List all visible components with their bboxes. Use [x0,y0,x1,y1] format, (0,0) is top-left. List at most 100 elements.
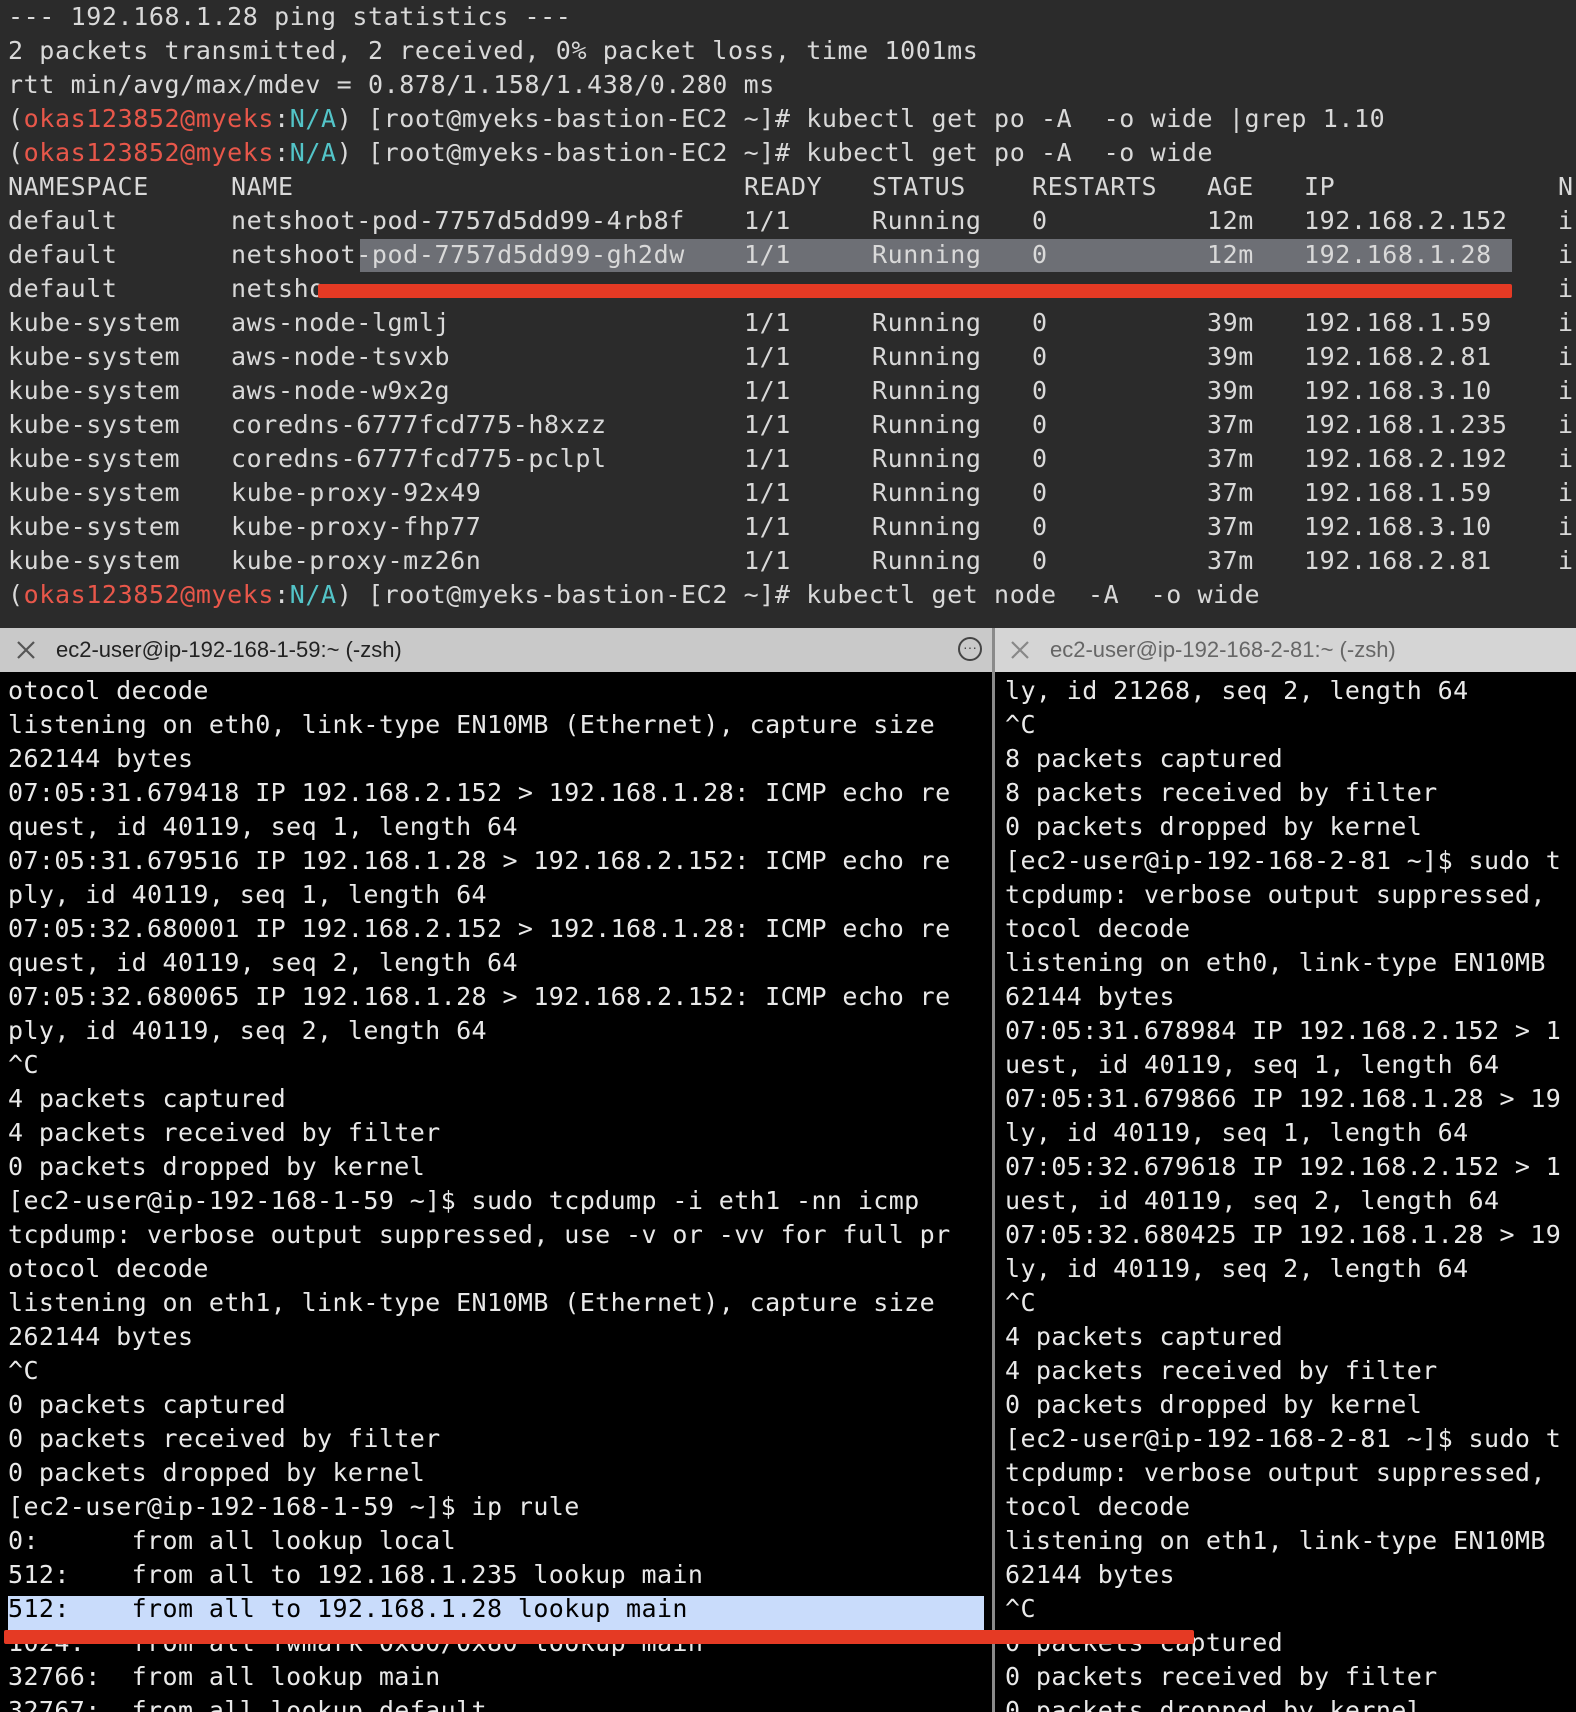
table-cell-ip: 192.168.1.59 [1304,478,1492,507]
table-cell-name: kube-proxy-fhp77 [231,512,482,541]
table-cell-namespace: default [8,274,118,303]
table-cell-name: coredns-6777fcd775-h8xzz [231,410,607,439]
terminal-line: 8 packets captured [1005,744,1284,773]
top-terminal[interactable]: --- 192.168.1.28 ping statistics --- 2 p… [0,0,1576,628]
terminal-line: [ec2-user@ip-192-168-1-59 ~]$ sudo tcpdu… [8,1186,920,1215]
table-cell-node: i [1558,478,1574,507]
table-cell-name: netshoot-pod-7757d5dd99-4rb8f [231,206,685,235]
terminal-line: tocol decode [1005,914,1191,943]
prompt-command: ) [root@myeks-bastion-EC2 ~]# kubectl ge… [336,104,1386,133]
table-cell-namespace: kube-system [8,342,181,371]
red-underline-annotation [318,284,1512,298]
terminal-line: ly, id 40119, seq 2, length 64 [1005,1254,1469,1283]
terminal-line: otocol decode [8,676,209,705]
table-cell-age: 37m [1207,444,1254,473]
table-cell-namespace: kube-system [8,444,181,473]
terminal-line: 0 packets received by filter [1005,1662,1438,1691]
tab-right[interactable]: ec2-user@ip-192-168-2-81:~ (-zsh) [994,628,1576,672]
terminal-line: 62144 bytes [1005,1560,1175,1589]
table-cell-name: aws-node-tsvxb [231,342,451,371]
table-cell-restarts: 0 [1032,240,1048,269]
table-cell-node: i [1558,308,1574,337]
table-cell-ip: 192.168.3.10 [1304,512,1492,541]
terminal-line: [ec2-user@ip-192-168-2-81 ~]$ sudo t [1005,1424,1562,1453]
terminal-line: 4 packets received by filter [8,1118,441,1147]
table-cell-restarts: 0 [1032,308,1048,337]
terminal-line: listening on eth0, link-type EN10MB [1005,948,1546,977]
table-header-restarts: RESTARTS [1032,172,1158,201]
table-cell-name: coredns-6777fcd775-pclpl [231,444,607,473]
table-cell-node: i [1558,274,1574,303]
prompt-command: ) [root@myeks-bastion-EC2 ~]# kubectl ge… [336,580,1261,609]
table-cell-age: 39m [1207,342,1254,371]
prompt-namespace: N/A [289,104,337,133]
table-cell-age: 12m [1207,240,1254,269]
table-cell-status: Running [872,478,982,507]
terminal-line: 07:05:32.680425 IP 192.168.1.28 > 19 [1005,1220,1562,1249]
ping-stats-packets: 2 packets transmitted, 2 received, 0% pa… [8,36,979,65]
terminal-line: 0 packets dropped by kernel [1005,812,1423,841]
table-cell-name: kube-proxy-mz26n [231,546,482,575]
table-cell-ready: 1/1 [744,512,791,541]
table-cell-age: 37m [1207,512,1254,541]
table-header-namespace: NAMESPACE [8,172,149,201]
table-cell-restarts: 0 [1032,512,1048,541]
table-cell-status: Running [872,376,982,405]
terminal-line: 262144 bytes [8,744,194,773]
terminal-line: 0 packets captured [8,1390,287,1419]
terminal-line: 4 packets captured [8,1084,287,1113]
left-terminal-pane[interactable]: otocol decode listening on eth0, link-typ… [0,672,992,1712]
table-cell-ip: 192.168.1.235 [1304,410,1508,439]
table-cell-name: kube-proxy-92x49 [231,478,482,507]
close-icon[interactable] [14,638,38,662]
terminal-line: ly, id 21268, seq 2, length 64 [1005,676,1469,705]
table-cell-age: 37m [1207,546,1254,575]
table-cell-namespace: kube-system [8,478,181,507]
terminal-line: 07:05:31.678984 IP 192.168.2.152 > 1 [1005,1016,1562,1045]
terminal-line: 0: from all lookup local [8,1526,457,1555]
ping-stats-header: --- 192.168.1.28 ping statistics --- [8,2,572,31]
terminal-line: tcpdump: verbose output suppressed, use … [8,1220,951,1249]
table-cell-status: Running [872,410,982,439]
table-cell-age: 39m [1207,308,1254,337]
table-cell-ready: 1/1 [744,376,791,405]
more-options-icon[interactable]: ··· [958,637,982,661]
table-cell-restarts: 0 [1032,376,1048,405]
terminal-line: [ec2-user@ip-192-168-1-59 ~]$ ip rule [8,1492,580,1521]
table-cell-node: i [1558,206,1574,235]
table-cell-namespace: default [8,240,118,269]
close-icon[interactable] [1008,638,1032,662]
terminal-line: listening on eth1, link-type EN10MB (Eth… [8,1288,936,1317]
prompt-line-1: (okas123852@myeks:N/A) [root@myeks-basti… [8,102,1385,136]
tab-left[interactable]: ec2-user@ip-192-168-1-59:~ (-zsh) ··· [0,628,994,672]
prompt-open: ( [8,104,24,133]
terminal-line: 0 packets dropped by kernel [8,1152,426,1181]
table-cell-ip: 192.168.1.28 [1304,240,1492,269]
table-cell-age: 37m [1207,410,1254,439]
prompt-sep: : [274,104,290,133]
terminal-line: otocol decode [8,1254,209,1283]
table-cell-status: Running [872,206,982,235]
terminal-line: [ec2-user@ip-192-168-2-81 ~]$ sudo t [1005,846,1562,875]
right-terminal-pane[interactable]: ly, id 21268, seq 2, length 64 ^C 8 packet… [995,672,1576,1712]
table-cell-namespace: default [8,206,118,235]
table-cell-name: netshoot-pod-7757d5dd99-gh2dw [231,240,685,269]
terminal-line: 32766: from all lookup main [8,1662,441,1691]
terminal-line: ^C [1005,710,1036,739]
prompt-sep: : [274,138,290,167]
table-cell-ip: 192.168.2.152 [1304,206,1508,235]
table-cell-status: Running [872,308,982,337]
terminal-line: tocol decode [1005,1492,1191,1521]
terminal-line: 07:05:32.680065 IP 192.168.1.28 > 192.16… [8,982,951,1011]
terminal-line: 4 packets captured [1005,1322,1284,1351]
table-cell-ip: 192.168.2.192 [1304,444,1508,473]
terminal-line: tcpdump: verbose output suppressed, [1005,880,1546,909]
prompt-user: okas123852@myeks [23,104,275,133]
table-cell-restarts: 0 [1032,444,1048,473]
table-cell-node: i [1558,376,1574,405]
prompt-user: okas123852@myeks [23,138,275,167]
table-cell-ready: 1/1 [744,308,791,337]
terminal-line: 4 packets received by filter [1005,1356,1438,1385]
terminal-line: listening on eth1, link-type EN10MB [1005,1526,1546,1555]
terminal-line: ply, id 40119, seq 2, length 64 [8,1016,487,1045]
